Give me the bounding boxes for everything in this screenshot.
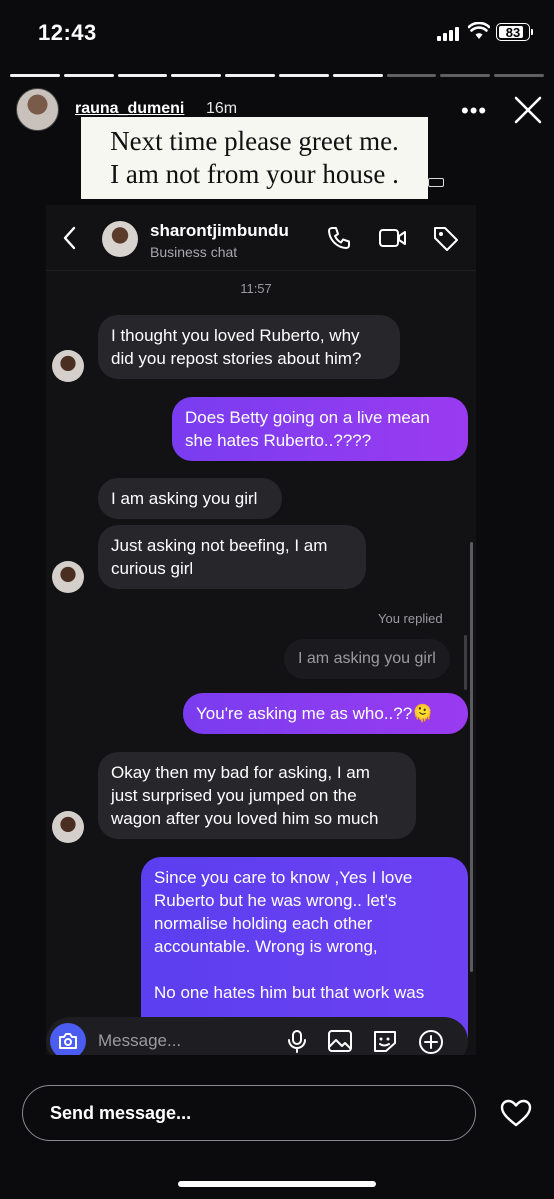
message-bubble-incoming: I am asking you girl (98, 478, 282, 519)
cellular-signal-icon (437, 27, 459, 41)
home-indicator (178, 1181, 376, 1187)
video-call-icon (379, 229, 406, 247)
sender-avatar (52, 561, 84, 593)
tag-icon (434, 227, 458, 251)
status-bar: 12:43 83 (0, 0, 554, 64)
sticker-icon (374, 1031, 396, 1052)
battery-icon: 83 (496, 23, 533, 41)
message-bubble-outgoing: You're asking me as who..??🫠 (183, 693, 468, 734)
replied-quote: I am asking you girl (284, 639, 450, 679)
contact-subtitle: Business chat (150, 244, 238, 260)
battery-level: 83 (505, 24, 521, 40)
message-bubble-incoming: Okay then my bad for asking, I am just s… (98, 752, 416, 839)
story-age: 16m (206, 100, 238, 117)
caption-battery-icon (428, 178, 444, 187)
chat-header: sharontjimbundu Business chat (46, 205, 476, 271)
message-bubble-incoming: I thought you loved Ruberto, why did you… (98, 315, 400, 379)
story-caption: Next time please greet me. I am not from… (81, 117, 428, 199)
shared-chat-screenshot: sharontjimbundu Business chat 11:57 I th… (46, 205, 476, 1055)
add-circle-icon (419, 1030, 443, 1054)
camera-icon (50, 1023, 86, 1055)
message-bubble-incoming: Just asking not beefing, I am curious gi… (98, 525, 366, 589)
story-username[interactable]: rauna_dumeni (75, 100, 184, 118)
scrollbar (470, 542, 473, 972)
send-message-placeholder: Send message... (50, 1103, 192, 1123)
caption-line-2: I am not from your house . (110, 159, 399, 189)
more-options-icon[interactable]: ••• (461, 98, 487, 124)
message-bubble-outgoing: Does Betty going on a live mean she hate… (172, 397, 468, 461)
composer-placeholder: Message... (98, 1031, 182, 1050)
story-author-avatar[interactable] (16, 88, 59, 131)
status-time: 12:43 (38, 20, 97, 45)
scrollbar-thumb (464, 635, 467, 690)
microphone-icon (288, 1030, 306, 1053)
close-icon[interactable] (513, 95, 543, 125)
sender-avatar (52, 350, 84, 382)
chat-timestamp: 11:57 (240, 281, 272, 296)
story-progress-bar (10, 74, 544, 77)
you-replied-label: You replied (378, 611, 443, 626)
caption-line-1: Next time please greet me. (110, 126, 399, 156)
phone-icon (328, 227, 350, 249)
send-message-input[interactable]: Send message... (22, 1085, 476, 1141)
heart-icon[interactable] (499, 1098, 533, 1128)
gallery-icon (328, 1030, 352, 1052)
contact-avatar (102, 221, 138, 257)
sender-avatar (52, 811, 84, 843)
back-chevron-icon (63, 226, 76, 250)
contact-name: sharontjimbundu (150, 221, 289, 240)
wifi-icon (468, 22, 490, 39)
chat-composer: Message... (46, 1017, 468, 1055)
